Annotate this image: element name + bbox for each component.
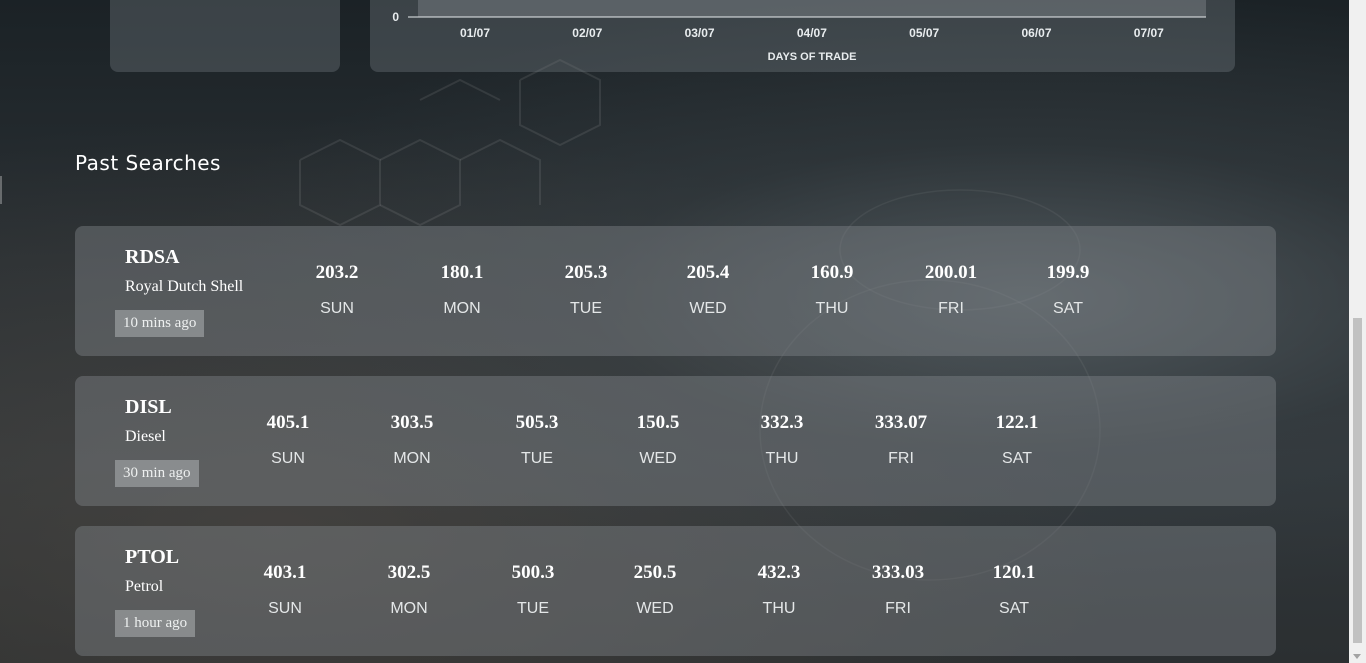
chart-x-tick: 06/07 <box>1021 26 1051 40</box>
day-value: 150.5 <box>636 412 680 433</box>
day-label: SAT <box>1002 450 1032 467</box>
day-label: SUN <box>320 300 354 317</box>
chart-x-tick: 01/07 <box>460 26 490 40</box>
chart-y-tick: 0 <box>392 10 399 24</box>
search-card-ptol[interactable]: PTOL Petrol 1 hour ago 403.1 SUN 302.5 MON… <box>75 526 1276 656</box>
scrollbar-thumb[interactable] <box>1353 318 1362 643</box>
day-label: SAT <box>1053 300 1083 317</box>
day-cell-sat: 199.9 SAT <box>1023 262 1113 318</box>
day-value: 180.1 <box>440 262 484 283</box>
search-name: Petrol <box>125 578 164 595</box>
trade-chart-panel: 0 01/07 02/07 03/07 04/07 05/07 06/07 07/07 DA… <box>370 0 1235 72</box>
day-value: 432.3 <box>757 562 801 583</box>
day-value: 205.3 <box>564 262 608 283</box>
day-value: 405.1 <box>266 412 310 433</box>
day-value: 500.3 <box>511 562 555 583</box>
day-cell-fri: 333.03 FRI <box>853 562 943 618</box>
day-label: THU <box>762 600 796 617</box>
day-label: WED <box>636 600 674 617</box>
search-symbol: RDSA <box>125 246 180 268</box>
day-cell-fri: 333.07 FRI <box>856 412 946 468</box>
day-cell-fri: 200.01 FRI <box>906 262 996 318</box>
day-cell-wed: 205.4 WED <box>663 262 753 318</box>
day-label: WED <box>689 300 727 317</box>
section-title: Past Searches <box>75 151 221 175</box>
chart-x-tick: 03/07 <box>685 26 715 40</box>
search-card-disl[interactable]: DISL Diesel 30 min ago 405.1 SUN 303.5 MON… <box>75 376 1276 506</box>
day-label: MON <box>443 300 481 317</box>
day-value: 200.01 <box>924 262 978 283</box>
day-cell-sun: 203.2 SUN <box>292 262 382 318</box>
day-cell-thu: 160.9 THU <box>787 262 877 318</box>
day-label: TUE <box>517 600 549 617</box>
day-value: 120.1 <box>992 562 1036 583</box>
time-ago-badge: 1 hour ago <box>115 610 196 637</box>
day-value: 302.5 <box>387 562 431 583</box>
day-cell-mon: 303.5 MON <box>367 412 457 468</box>
day-value: 303.5 <box>390 412 434 433</box>
time-ago-badge: 10 mins ago <box>115 310 205 337</box>
day-value: 250.5 <box>633 562 677 583</box>
day-value: 203.2 <box>315 262 359 283</box>
day-label: THU <box>765 450 799 467</box>
day-cell-wed: 150.5 WED <box>613 412 703 468</box>
day-value: 403.1 <box>263 562 307 583</box>
day-cell-mon: 302.5 MON <box>364 562 454 618</box>
day-value: 160.9 <box>810 262 854 283</box>
day-cell-mon: 180.1 MON <box>417 262 507 318</box>
day-cell-thu: 332.3 THU <box>737 412 827 468</box>
day-value: 199.9 <box>1046 262 1090 283</box>
day-value: 333.03 <box>871 562 925 583</box>
chart-x-axis-label: DAYS OF TRADE <box>768 51 857 63</box>
day-label: SUN <box>271 450 305 467</box>
day-label: THU <box>815 300 849 317</box>
day-cell-wed: 250.5 WED <box>610 562 700 618</box>
day-cell-thu: 432.3 THU <box>734 562 824 618</box>
left-edge-marker <box>0 176 2 204</box>
day-cell-tue: 500.3 TUE <box>488 562 578 618</box>
day-label: FRI <box>938 300 964 317</box>
day-label: SAT <box>999 600 1029 617</box>
day-label: TUE <box>521 450 553 467</box>
day-value: 205.4 <box>686 262 730 283</box>
day-label: MON <box>390 600 428 617</box>
day-label: TUE <box>570 300 602 317</box>
day-value: 332.3 <box>760 412 804 433</box>
day-cell-sat: 120.1 SAT <box>969 562 1059 618</box>
search-card-rdsa[interactable]: RDSA Royal Dutch Shell 10 mins ago 203.2… <box>75 226 1276 356</box>
trade-chart: 0 01/07 02/07 03/07 04/07 05/07 06/07 07/07 DA… <box>392 0 1206 63</box>
search-symbol: PTOL <box>125 546 180 568</box>
chart-x-tick: 02/07 <box>572 26 602 40</box>
day-cell-sun: 405.1 SUN <box>243 412 333 468</box>
day-value: 122.1 <box>995 412 1039 433</box>
chart-x-tick: 05/07 <box>909 26 939 40</box>
day-cell-sat: 122.1 SAT <box>972 412 1062 468</box>
top-left-panel <box>110 0 340 72</box>
chart-x-tick: 04/07 <box>797 26 827 40</box>
day-label: FRI <box>888 450 914 467</box>
day-label: WED <box>639 450 677 467</box>
day-value: 505.3 <box>515 412 559 433</box>
day-label: MON <box>393 450 431 467</box>
day-cell-tue: 205.3 TUE <box>541 262 631 318</box>
chart-plot-area <box>418 0 1206 17</box>
page-scrollbar[interactable] <box>1349 0 1366 663</box>
day-label: SUN <box>268 600 302 617</box>
search-name: Diesel <box>125 428 166 445</box>
day-value: 333.07 <box>874 412 928 433</box>
day-label: FRI <box>885 600 911 617</box>
scroll-down-arrow-icon[interactable] <box>1353 654 1361 659</box>
day-cell-sun: 403.1 SUN <box>240 562 330 618</box>
time-ago-badge: 30 min ago <box>115 460 199 487</box>
search-name: Royal Dutch Shell <box>125 278 244 295</box>
search-symbol: DISL <box>125 396 172 418</box>
chart-x-tick: 07/07 <box>1134 26 1164 40</box>
day-cell-tue: 505.3 TUE <box>492 412 582 468</box>
